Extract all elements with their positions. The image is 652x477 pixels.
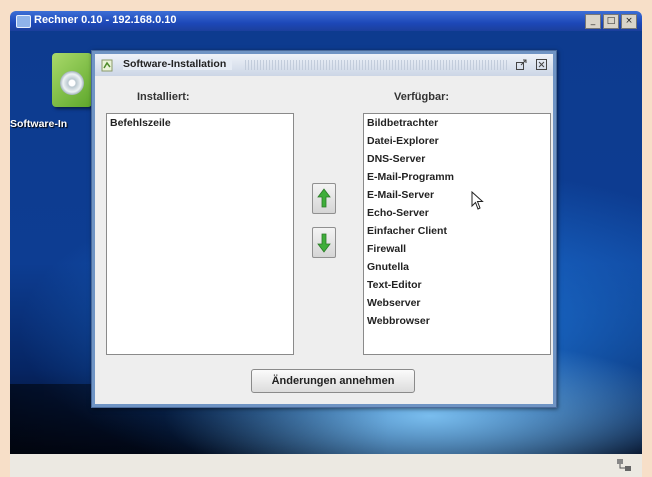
outer-window-title: Rechner 0.10 - 192.168.0.10 bbox=[34, 14, 177, 26]
network-status-icon bbox=[617, 459, 631, 471]
detach-icon[interactable] bbox=[515, 58, 528, 71]
outer-window-controls: _ □ × bbox=[585, 14, 637, 29]
dialog-titlebar[interactable]: Software-Installation bbox=[95, 54, 553, 76]
dialog-title: Software-Installation bbox=[123, 58, 233, 70]
list-item[interactable]: Befehlszeile bbox=[107, 114, 293, 132]
list-item[interactable]: E-Mail-Server bbox=[364, 186, 550, 204]
available-list[interactable]: Bildbetrachter Datei-Explorer DNS-Server… bbox=[363, 113, 551, 355]
apply-changes-button[interactable]: Änderungen annehmen bbox=[251, 369, 415, 393]
move-right-button[interactable] bbox=[312, 227, 336, 258]
arrow-up-green-icon bbox=[317, 188, 331, 208]
list-item[interactable]: Webbrowser bbox=[364, 312, 550, 330]
list-item[interactable]: Einfacher Client bbox=[364, 222, 550, 240]
desktop-icon-label[interactable]: Software-In bbox=[10, 118, 67, 130]
titlebar-texture bbox=[245, 60, 507, 70]
installed-header: Installiert: bbox=[137, 91, 190, 103]
list-item[interactable]: Text-Editor bbox=[364, 276, 550, 294]
list-item[interactable]: E-Mail-Programm bbox=[364, 168, 550, 186]
dialog-content: Installiert: Verfügbar: Befehlszeile Bil… bbox=[95, 76, 553, 404]
available-header: Verfügbar: bbox=[394, 91, 450, 103]
minimize-button[interactable]: _ bbox=[585, 14, 601, 29]
window-icon bbox=[16, 15, 31, 28]
cd-icon bbox=[60, 71, 84, 95]
status-bar bbox=[10, 454, 642, 477]
list-item[interactable]: Bildbetrachter bbox=[364, 114, 550, 132]
software-installation-dialog: Software-Installation Installiert: Verfü… bbox=[91, 50, 557, 408]
arrow-down-green-icon bbox=[317, 233, 331, 253]
maximize-button[interactable]: □ bbox=[603, 14, 619, 29]
mouse-cursor-icon bbox=[471, 191, 484, 210]
list-item[interactable]: Echo-Server bbox=[364, 204, 550, 222]
move-left-button[interactable] bbox=[312, 183, 336, 214]
list-item[interactable]: Firewall bbox=[364, 240, 550, 258]
list-item[interactable]: DNS-Server bbox=[364, 150, 550, 168]
installed-list[interactable]: Befehlszeile bbox=[106, 113, 294, 355]
list-item[interactable]: Webserver bbox=[364, 294, 550, 312]
outer-window-titlebar: Rechner 0.10 - 192.168.0.10 _ □ × bbox=[10, 11, 642, 31]
close-icon[interactable] bbox=[535, 58, 548, 71]
list-item[interactable]: Gnutella bbox=[364, 258, 550, 276]
app-icon bbox=[101, 59, 113, 72]
close-button[interactable]: × bbox=[621, 14, 637, 29]
list-item[interactable]: Datei-Explorer bbox=[364, 132, 550, 150]
